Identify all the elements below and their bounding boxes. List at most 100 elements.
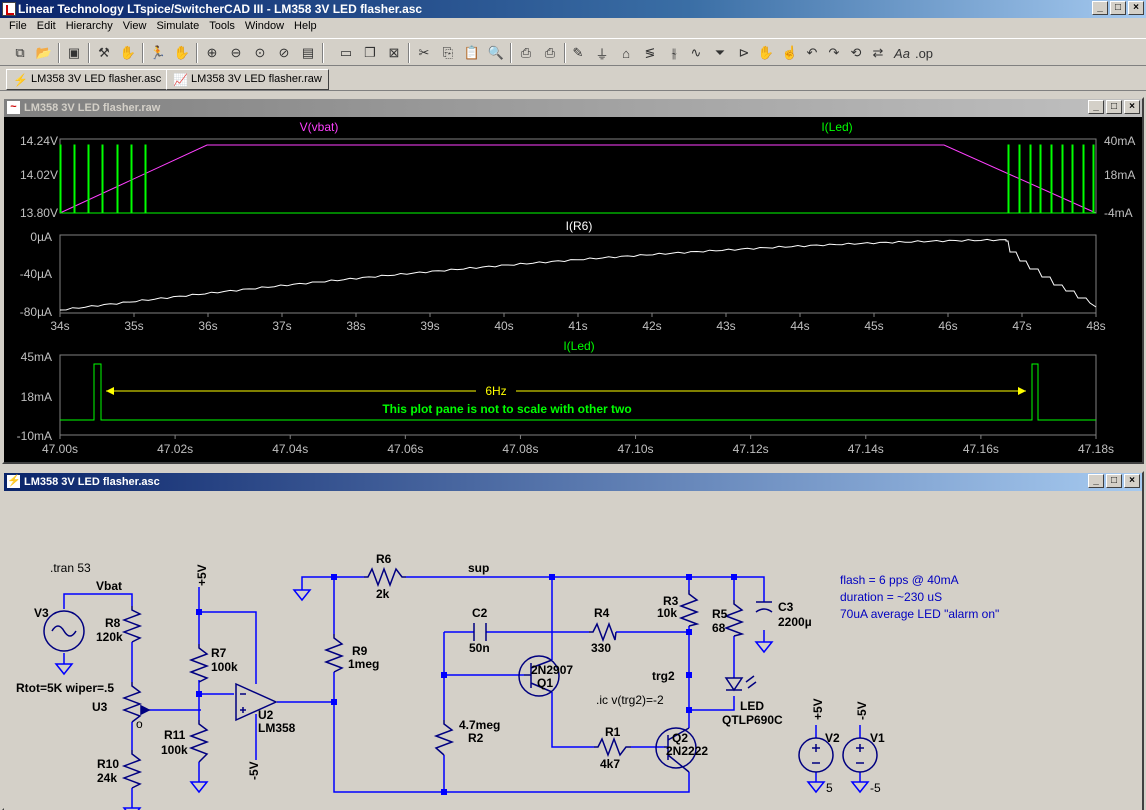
trace-label-iled-zoom[interactable]: I(Led): [563, 339, 594, 353]
c2-value: 50n: [469, 641, 490, 655]
close-button[interactable]: ×: [1128, 1, 1144, 15]
capacitor-icon[interactable]: ⫳: [664, 43, 684, 63]
hand-pan-icon[interactable]: ✋: [118, 43, 138, 63]
led-diode[interactable]: [724, 675, 757, 692]
menu-view[interactable]: View: [118, 18, 152, 36]
schematic-canvas[interactable]: .tran 53 Vbat V3 R8 120k Rtot=5K wiper=.…: [4, 491, 1142, 810]
v3-source[interactable]: [43, 610, 85, 652]
autorange-icon[interactable]: ▤: [298, 43, 318, 63]
y-tick: 14.24V: [20, 134, 58, 148]
run-icon[interactable]: 🏃: [148, 43, 168, 63]
redo-icon[interactable]: ↷: [824, 43, 844, 63]
label-net-icon[interactable]: ⌂: [616, 43, 636, 63]
zoom-in-icon[interactable]: ⊕: [202, 43, 222, 63]
close-button[interactable]: ×: [1124, 474, 1140, 488]
r11-resistor[interactable]: [188, 720, 210, 763]
c3-capacitor[interactable]: [755, 601, 773, 613]
cascade-icon[interactable]: ❐: [360, 43, 380, 63]
schematic-window-titlebar[interactable]: ⚡ LM358 3V LED flasher.asc _ □ ×: [4, 473, 1142, 491]
pane-3: I(Led) 45mA 18mA -10mA 6Hz This plot pan…: [17, 339, 1114, 456]
move-icon[interactable]: ✋: [756, 43, 776, 63]
r9-resistor[interactable]: [323, 634, 345, 673]
r10-resistor[interactable]: [121, 750, 143, 789]
ic-directive[interactable]: .ic v(trg2)=-2: [596, 693, 664, 707]
u3-pot[interactable]: [121, 682, 143, 723]
trace-label-vbat[interactable]: V(vbat): [300, 120, 339, 134]
y-tick: 18mA: [21, 390, 52, 404]
menu-tools[interactable]: Tools: [204, 18, 240, 36]
note-flash[interactable]: flash = 6 pps @ 40mA: [840, 573, 959, 587]
zoom-fit-icon[interactable]: ⊙: [250, 43, 270, 63]
save-icon[interactable]: ▣: [64, 43, 84, 63]
maximize-button[interactable]: □: [1106, 100, 1122, 114]
trace-label-iled[interactable]: I(Led): [821, 120, 852, 134]
diode-icon[interactable]: ⏷: [710, 43, 730, 63]
r3-resistor[interactable]: [678, 590, 700, 627]
print-icon[interactable]: ⎙: [540, 43, 560, 63]
print-setup-icon[interactable]: ⎙: [516, 43, 536, 63]
inductor-icon[interactable]: ∿: [686, 43, 706, 63]
c2-capacitor[interactable]: [473, 623, 487, 641]
x-tick-label: 47.06s: [387, 442, 423, 456]
tab-waveform[interactable]: 📈 LM358 3V LED flasher.raw: [166, 69, 329, 90]
ground-icon[interactable]: ⏚: [592, 43, 612, 63]
y-tick: 13.80V: [20, 206, 58, 220]
menu-simulate[interactable]: Simulate: [151, 18, 204, 36]
y2-tick: 18mA: [1104, 168, 1135, 182]
r4-resistor[interactable]: [589, 621, 617, 643]
window-titlebar[interactable]: Linear Technology LTspice/SwitcherCAD II…: [0, 0, 1146, 18]
r7-resistor[interactable]: [188, 644, 210, 683]
waveform-icon: ~: [7, 101, 20, 114]
minimize-button[interactable]: _: [1088, 474, 1104, 488]
r6-resistor[interactable]: [364, 566, 406, 588]
minimize-button[interactable]: _: [1088, 100, 1104, 114]
menu-edit[interactable]: Edit: [32, 18, 61, 36]
minimize-button[interactable]: _: [1092, 1, 1108, 15]
tran-directive[interactable]: .tran 53: [50, 561, 91, 575]
r11-ref: R11: [164, 728, 186, 742]
tab-schematic[interactable]: ⚡ LM358 3V LED flasher.asc: [6, 69, 169, 90]
x-tick-label: 47.02s: [157, 442, 193, 456]
x-tick-label: 47.04s: [272, 442, 308, 456]
trace-label-ir6[interactable]: I(R6): [566, 219, 593, 233]
note-average[interactable]: 70uA average LED "alarm on": [840, 607, 999, 621]
undo-icon[interactable]: ↶: [802, 43, 822, 63]
spice-directive-icon[interactable]: .op: [914, 43, 934, 63]
paste-icon[interactable]: 📋: [462, 43, 482, 63]
mirror-icon[interactable]: ⇄: [868, 43, 888, 63]
component-icon[interactable]: ⊳: [734, 43, 754, 63]
text-icon[interactable]: Aa: [892, 43, 912, 63]
zoom-out-icon[interactable]: ⊖: [226, 43, 246, 63]
net-trg2: trg2: [652, 669, 675, 683]
copy-icon[interactable]: ⎘: [438, 43, 458, 63]
x-tick-label: 47.16s: [963, 442, 999, 456]
zoom-back-icon[interactable]: ⊘: [274, 43, 294, 63]
maximize-button[interactable]: □: [1106, 474, 1122, 488]
r8-resistor[interactable]: [121, 606, 143, 643]
menu-file[interactable]: File: [4, 18, 32, 36]
y-tick: -40µA: [20, 267, 52, 281]
maximize-button[interactable]: □: [1110, 1, 1126, 15]
halt-icon[interactable]: ✋: [172, 43, 192, 63]
tile-vertical-icon[interactable]: ▭: [336, 43, 356, 63]
open-schematic-icon[interactable]: ⧉: [10, 43, 30, 63]
open-file-icon[interactable]: 📂: [34, 43, 54, 63]
close-button[interactable]: ×: [1124, 100, 1140, 114]
waveform-plot[interactable]: 14.24V 14.02V 13.80V 40mA 18mA -4mA V(vb…: [4, 117, 1142, 462]
menu-hierarchy[interactable]: Hierarchy: [61, 18, 118, 36]
r5-resistor[interactable]: [723, 600, 745, 637]
hammer-icon[interactable]: ⚒: [94, 43, 114, 63]
note-duration[interactable]: duration = ~230 uS: [840, 590, 942, 604]
draw-wire-icon[interactable]: ✎: [568, 43, 588, 63]
r1-resistor[interactable]: [594, 736, 631, 758]
waveform-window-titlebar[interactable]: ~ LM358 3V LED flasher.raw _ □ ×: [4, 99, 1142, 117]
r2-resistor[interactable]: [433, 720, 455, 756]
cut-icon[interactable]: ✂: [414, 43, 434, 63]
find-icon[interactable]: 🔍: [486, 43, 506, 63]
menu-help[interactable]: Help: [289, 18, 322, 36]
menu-window[interactable]: Window: [240, 18, 289, 36]
resistor-icon[interactable]: ≶: [640, 43, 660, 63]
rotate-icon[interactable]: ⟲: [846, 43, 866, 63]
close-window-icon[interactable]: ⊠: [384, 43, 404, 63]
drag-icon[interactable]: ☝: [780, 43, 800, 63]
